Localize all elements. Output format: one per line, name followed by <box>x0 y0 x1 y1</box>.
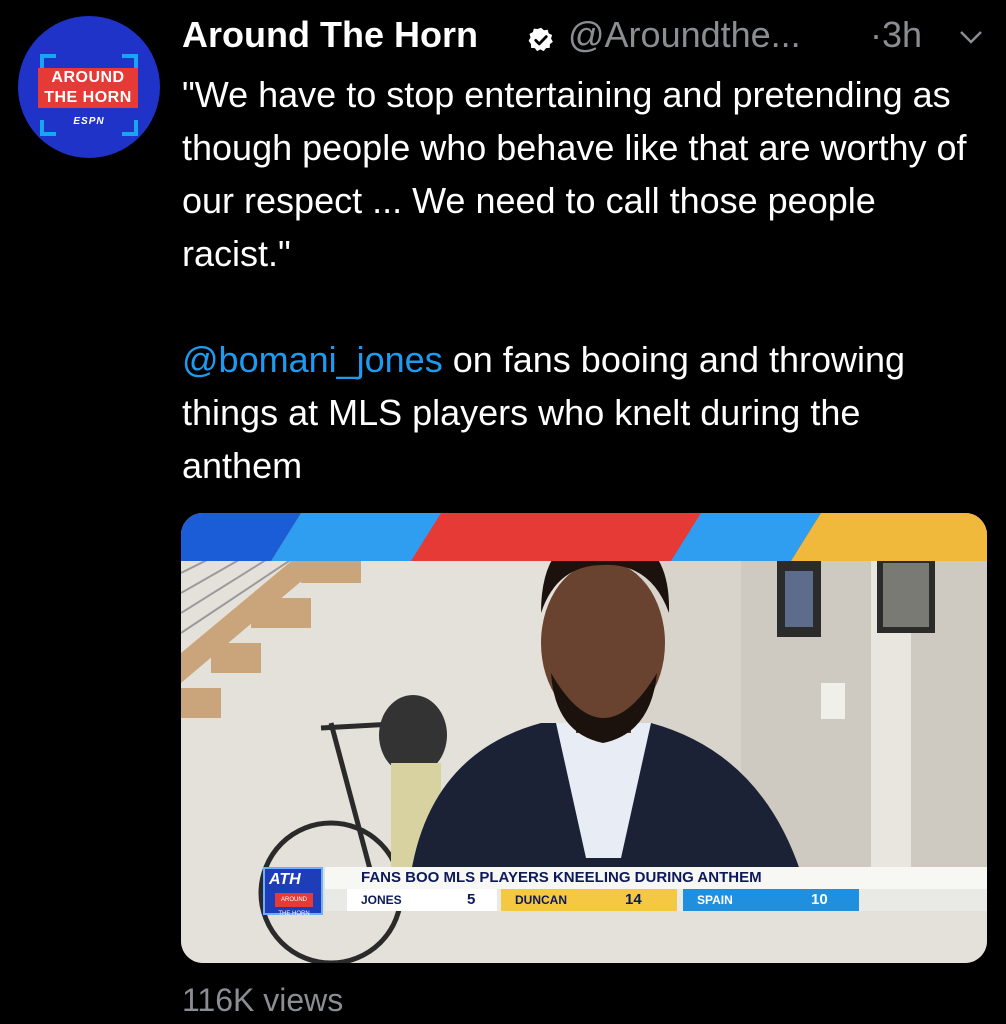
mention-link[interactable]: @bomani_jones <box>182 339 443 380</box>
tweet-text: "We have to stop entertaining and preten… <box>182 68 982 492</box>
score-value: 14 <box>625 891 642 908</box>
chevron-down-icon[interactable] <box>958 28 984 46</box>
score-item: SPAIN 10 <box>683 889 859 911</box>
tweet-quote: "We have to stop entertaining and preten… <box>182 74 967 274</box>
score-item: DUNCAN 14 <box>501 889 677 911</box>
score-name: DUNCAN <box>515 893 567 907</box>
avatar-brand: ESPN <box>73 116 105 127</box>
scoreboard: JONES 5 DUNCAN 14 SPAIN 10 <box>325 889 987 911</box>
color-band <box>181 513 987 561</box>
show-bug-label: ATH <box>269 871 301 888</box>
view-count: 116K views <box>182 982 344 1018</box>
score-name: JONES <box>361 893 402 907</box>
display-name[interactable]: Around The Horn <box>182 14 478 56</box>
show-bug-mini: AROUND THE HORN <box>275 893 313 917</box>
score-item: JONES 5 <box>347 889 497 911</box>
headline-text: FANS BOO MLS PLAYERS KNEELING DURING ANT… <box>361 869 762 886</box>
show-bug: ATH AROUND THE HORN <box>263 867 323 917</box>
avatar-logo-line2: THE HORN <box>38 88 138 108</box>
headline-bar: FANS BOO MLS PLAYERS KNEELING DURING ANT… <box>325 867 987 889</box>
account-avatar[interactable]: AROUND THE HORN ESPN <box>18 16 160 158</box>
avatar-logo-line1: AROUND <box>38 68 138 88</box>
tweet-header: Around The Horn @Aroundthe... ·3h <box>182 10 992 60</box>
lower-third: ATH AROUND THE HORN FANS BOO MLS PLAYERS… <box>263 867 987 917</box>
handle[interactable]: @Aroundthe... <box>568 14 801 56</box>
score-name: SPAIN <box>697 893 733 907</box>
video-media[interactable]: ATH AROUND THE HORN FANS BOO MLS PLAYERS… <box>181 513 987 963</box>
tweet-caption: @bomani_jones on fans booing and throwin… <box>182 333 982 492</box>
verified-badge-icon <box>528 27 553 52</box>
timestamp[interactable]: ·3h <box>870 14 922 56</box>
score-value: 5 <box>467 891 476 908</box>
score-value: 10 <box>811 891 828 908</box>
